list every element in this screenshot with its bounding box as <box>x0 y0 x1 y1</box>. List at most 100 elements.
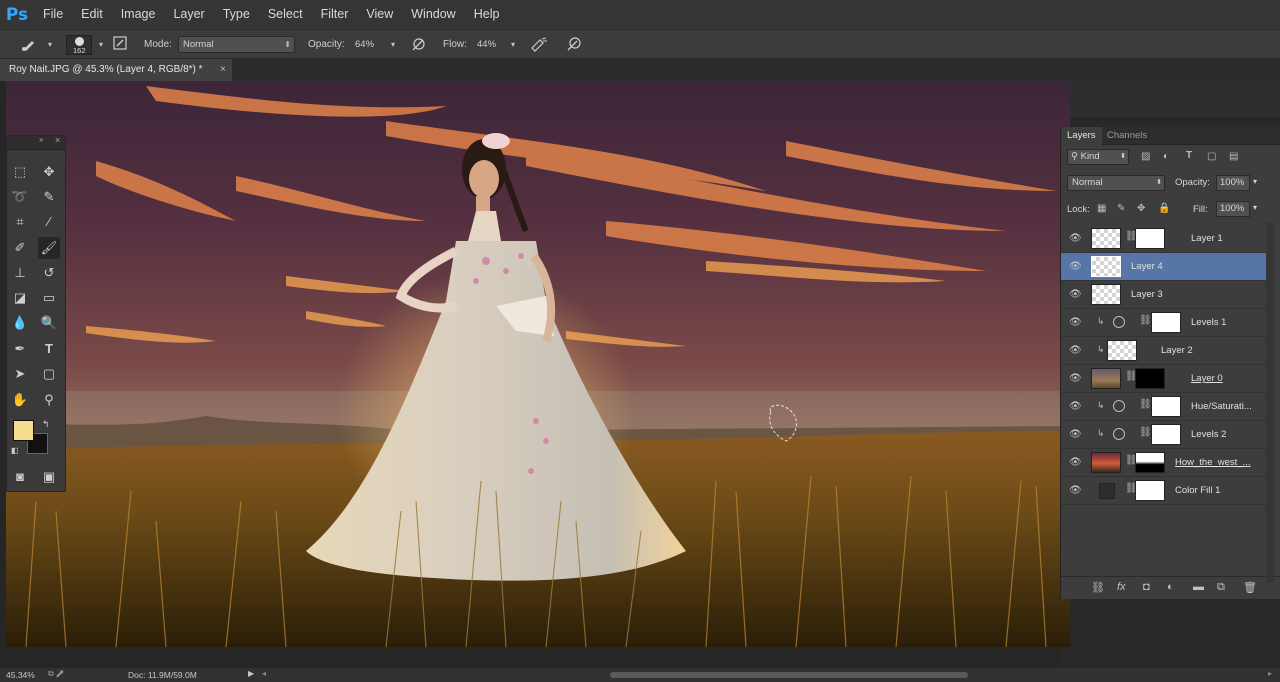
visibility-eye-icon[interactable]: 👁 <box>1069 317 1082 328</box>
history-brush-tool-icon[interactable]: ↺ <box>38 262 60 284</box>
filter-shape-icon[interactable]: ▢ <box>1207 151 1216 162</box>
mode-select[interactable]: Normal ⬍ <box>178 36 295 53</box>
toolbox-header[interactable]: » × <box>7 135 65 150</box>
menu-file[interactable]: File <box>34 0 72 29</box>
lock-all-icon[interactable]: 🔒 <box>1158 203 1170 214</box>
visibility-eye-icon[interactable]: 👁 <box>1069 289 1082 300</box>
visibility-eye-icon[interactable]: 👁 <box>1069 261 1082 272</box>
visibility-eye-icon[interactable]: 👁 <box>1069 485 1082 496</box>
lasso-tool-icon[interactable]: ➰ <box>9 186 31 208</box>
layer-row[interactable]: 👁 ↳ ⛓ Hue/Saturati... <box>1061 393 1267 421</box>
eraser-tool-icon[interactable]: ◪ <box>9 287 31 309</box>
visibility-eye-icon[interactable]: 👁 <box>1069 345 1082 356</box>
new-adjustment-icon[interactable]: ◐ <box>1167 581 1174 593</box>
new-group-icon[interactable]: ▬ <box>1193 581 1204 593</box>
visibility-eye-icon[interactable]: 👁 <box>1069 401 1082 412</box>
clone-stamp-tool-icon[interactable]: ⊥ <box>9 262 31 284</box>
menu-edit[interactable]: Edit <box>72 0 112 29</box>
quick-mask-icon[interactable]: ◙ <box>9 466 31 488</box>
chevron-down-icon[interactable]: ▾ <box>1253 203 1257 212</box>
layer-row-selected[interactable]: 👁 Layer 4 <box>1061 253 1267 281</box>
trash-icon[interactable]: 🗑 <box>1243 581 1257 594</box>
visibility-eye-icon[interactable]: 👁 <box>1069 233 1082 244</box>
opacity-field[interactable]: 64% <box>350 36 380 53</box>
visibility-eye-icon[interactable]: 👁 <box>1069 373 1082 384</box>
layer-row[interactable]: 👁 ⛓ Layer 0 <box>1061 365 1267 393</box>
pen-tool-icon[interactable]: ✒ <box>9 338 31 360</box>
menu-image[interactable]: Image <box>112 0 165 29</box>
screen-mode-icon[interactable]: ▣ <box>38 466 60 488</box>
move-tool-icon[interactable]: ✥ <box>38 161 60 183</box>
scroll-left-icon[interactable]: ◂ <box>262 669 266 678</box>
visibility-eye-icon[interactable]: 👁 <box>1069 457 1082 468</box>
zoom-tool-icon[interactable]: ⚲ <box>38 389 60 411</box>
eyedropper-tool-icon[interactable]: ⁄ <box>38 211 60 233</box>
close-icon[interactable]: × <box>220 59 226 81</box>
brush-panel-icon[interactable] <box>111 36 129 54</box>
mask-link-icon[interactable]: ⛓ <box>1139 427 1152 438</box>
layer-row[interactable]: 👁 ⛓ How_the_west_... <box>1061 449 1267 477</box>
zoom-level[interactable]: 45.34% <box>6 670 35 680</box>
rectangle-tool-icon[interactable]: ▢ <box>38 363 60 385</box>
default-colors-icon[interactable]: ◧ <box>11 446 19 455</box>
marquee-tool-icon[interactable]: ⬚ <box>9 161 31 183</box>
menu-help[interactable]: Help <box>465 0 509 29</box>
path-selection-tool-icon[interactable]: ➤ <box>9 363 31 385</box>
menu-type[interactable]: Type <box>214 0 259 29</box>
filter-adjustment-icon[interactable]: ◐ <box>1163 151 1169 162</box>
document-canvas[interactable] <box>6 81 1070 647</box>
mask-link-icon[interactable]: ⛓ <box>1139 315 1152 326</box>
document-tab[interactable]: Roy Nait.JPG @ 45.3% (Layer 4, RGB/8*) *… <box>0 59 232 81</box>
tab-layers[interactable]: Layers <box>1061 127 1102 145</box>
gradient-tool-icon[interactable]: ▭ <box>38 287 60 309</box>
filter-type-icon[interactable]: T <box>1186 150 1192 161</box>
filter-smart-object-icon[interactable]: ▤ <box>1229 151 1238 162</box>
link-layers-icon[interactable]: ⛓ <box>1091 581 1105 594</box>
healing-brush-tool-icon[interactable]: ✐ <box>9 237 31 259</box>
brush-tool-icon[interactable]: 🖌 <box>38 237 60 259</box>
dodge-tool-icon[interactable]: 🔍 <box>38 312 60 334</box>
layer-filter-select[interactable]: ⚲ Kind ⬍ <box>1067 149 1129 165</box>
lock-position-icon[interactable]: ✥ <box>1137 203 1145 214</box>
add-mask-icon[interactable]: ◘ <box>1143 581 1150 593</box>
brush-preset-icon[interactable] <box>20 36 38 54</box>
type-tool-icon[interactable]: T <box>38 338 60 360</box>
status-share-icon[interactable]: ⧉ ⬈ <box>48 669 64 679</box>
crop-tool-icon[interactable]: ⌗ <box>9 211 31 233</box>
layer-opacity-field[interactable]: 100% <box>1216 175 1250 191</box>
chevron-down-icon[interactable]: ▾ <box>384 36 402 54</box>
layer-style-icon[interactable]: fx <box>1117 581 1126 593</box>
flow-field[interactable]: 44% <box>472 36 502 53</box>
airbrush-icon[interactable] <box>530 36 548 54</box>
layer-row[interactable]: 👁 ↳ ⛓ Levels 1 <box>1061 309 1267 337</box>
visibility-eye-icon[interactable]: 👁 <box>1069 429 1082 440</box>
pressure-opacity-icon[interactable] <box>410 36 428 54</box>
swap-colors-icon[interactable]: ↰ <box>42 419 50 430</box>
brush-size-preview[interactable]: 162 <box>66 35 92 55</box>
filter-pixel-icon[interactable]: ▨ <box>1141 151 1150 162</box>
menu-view[interactable]: View <box>357 0 402 29</box>
foreground-color-swatch[interactable] <box>13 420 34 441</box>
close-icon[interactable]: × <box>55 135 60 145</box>
hand-tool-icon[interactable]: ✋ <box>9 389 31 411</box>
lock-transparency-icon[interactable]: ▦ <box>1097 203 1106 214</box>
menu-window[interactable]: Window <box>402 0 464 29</box>
chevron-down-icon[interactable]: ▾ <box>92 36 110 54</box>
layer-row[interactable]: 👁 ⛓ Color Fill 1 <box>1061 477 1267 505</box>
chevron-down-icon[interactable]: ▾ <box>1253 177 1257 186</box>
menu-filter[interactable]: Filter <box>312 0 358 29</box>
horizontal-scrollbar-thumb[interactable] <box>610 672 968 678</box>
layer-row[interactable]: 👁 ↳ Layer 2 <box>1061 337 1267 365</box>
pressure-size-icon[interactable] <box>565 36 583 54</box>
menu-select[interactable]: Select <box>259 0 312 29</box>
layer-fill-field[interactable]: 100% <box>1216 201 1250 217</box>
collapse-icon[interactable]: » <box>39 135 43 144</box>
layer-row[interactable]: 👁 ⛓ Layer 1 <box>1061 225 1267 253</box>
blend-mode-select[interactable]: Normal ⬍ <box>1067 175 1165 191</box>
layers-scrollbar[interactable] <box>1266 223 1274 583</box>
blur-tool-icon[interactable]: 💧 <box>9 312 31 334</box>
lock-pixels-icon[interactable]: ✎ <box>1117 203 1125 214</box>
tab-channels[interactable]: Channels <box>1101 127 1153 145</box>
quick-selection-tool-icon[interactable]: ✎ <box>38 186 60 208</box>
status-menu-arrow-icon[interactable]: ▶ <box>248 669 254 678</box>
